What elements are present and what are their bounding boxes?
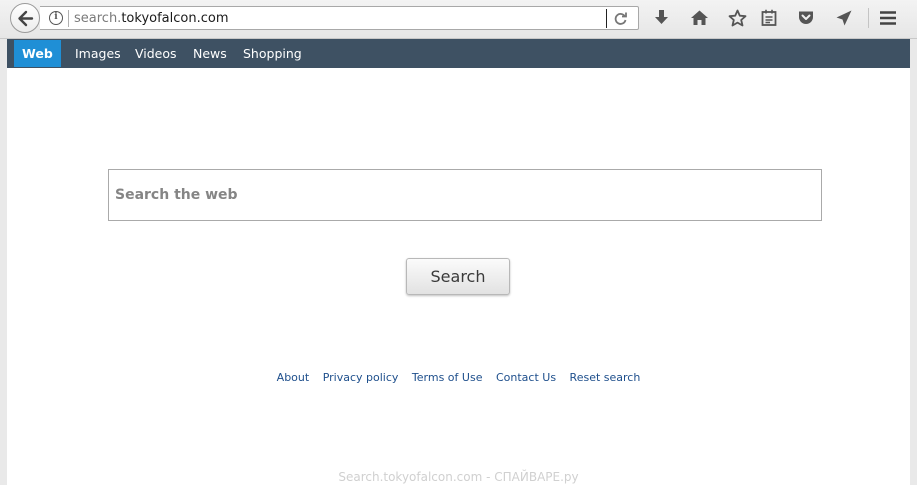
footer-link-contact-us[interactable]: Contact Us: [496, 371, 556, 384]
hamburger-menu-icon[interactable]: [879, 9, 897, 27]
reading-list-icon[interactable]: [761, 9, 777, 27]
footer-link-terms-of-use[interactable]: Terms of Use: [412, 371, 483, 384]
search-input[interactable]: [109, 170, 821, 220]
url-text[interactable]: search.tokyofalcon.com: [74, 10, 228, 27]
back-button[interactable]: [10, 3, 40, 33]
browser-toolbar: i search.tokyofalcon.com: [0, 0, 917, 39]
search-category-nav: Web Images Videos News Shopping: [7, 39, 910, 68]
nav-tab-web[interactable]: Web: [14, 40, 61, 67]
url-prefix: search.: [74, 11, 122, 26]
info-icon[interactable]: i: [49, 11, 63, 25]
search-button[interactable]: Search: [406, 258, 510, 295]
window-frame-left: [0, 39, 7, 485]
send-tab-icon[interactable]: [835, 9, 853, 27]
nav-tab-images[interactable]: Images: [75, 39, 121, 68]
footer-link-about[interactable]: About: [277, 371, 310, 384]
url-host: tokyofalcon.com: [121, 11, 229, 26]
bookmark-star-icon[interactable]: [728, 9, 747, 27]
window-frame-right: [910, 39, 917, 485]
reload-separator: [606, 9, 607, 28]
url-bar[interactable]: i search.tokyofalcon.com: [40, 6, 639, 30]
search-box: [108, 169, 822, 221]
download-icon[interactable]: [653, 9, 670, 27]
nav-tab-news[interactable]: News: [193, 39, 227, 68]
nav-tab-videos[interactable]: Videos: [135, 39, 177, 68]
home-icon[interactable]: [690, 9, 709, 27]
nav-tab-shopping[interactable]: Shopping: [243, 39, 302, 68]
footer-link-privacy-policy[interactable]: Privacy policy: [323, 371, 399, 384]
watermark-text: Search.tokyofalcon.com - СПАЙВАРЕ.ру: [338, 470, 579, 484]
reload-icon[interactable]: [613, 11, 628, 26]
footer-links: About Privacy policy Terms of Use Contac…: [0, 371, 917, 384]
toolbar-divider: [868, 8, 869, 28]
back-arrow-icon: [18, 10, 34, 27]
url-separator: [68, 10, 69, 27]
footer-link-reset-search[interactable]: Reset search: [570, 371, 641, 384]
pocket-icon[interactable]: [797, 9, 815, 27]
